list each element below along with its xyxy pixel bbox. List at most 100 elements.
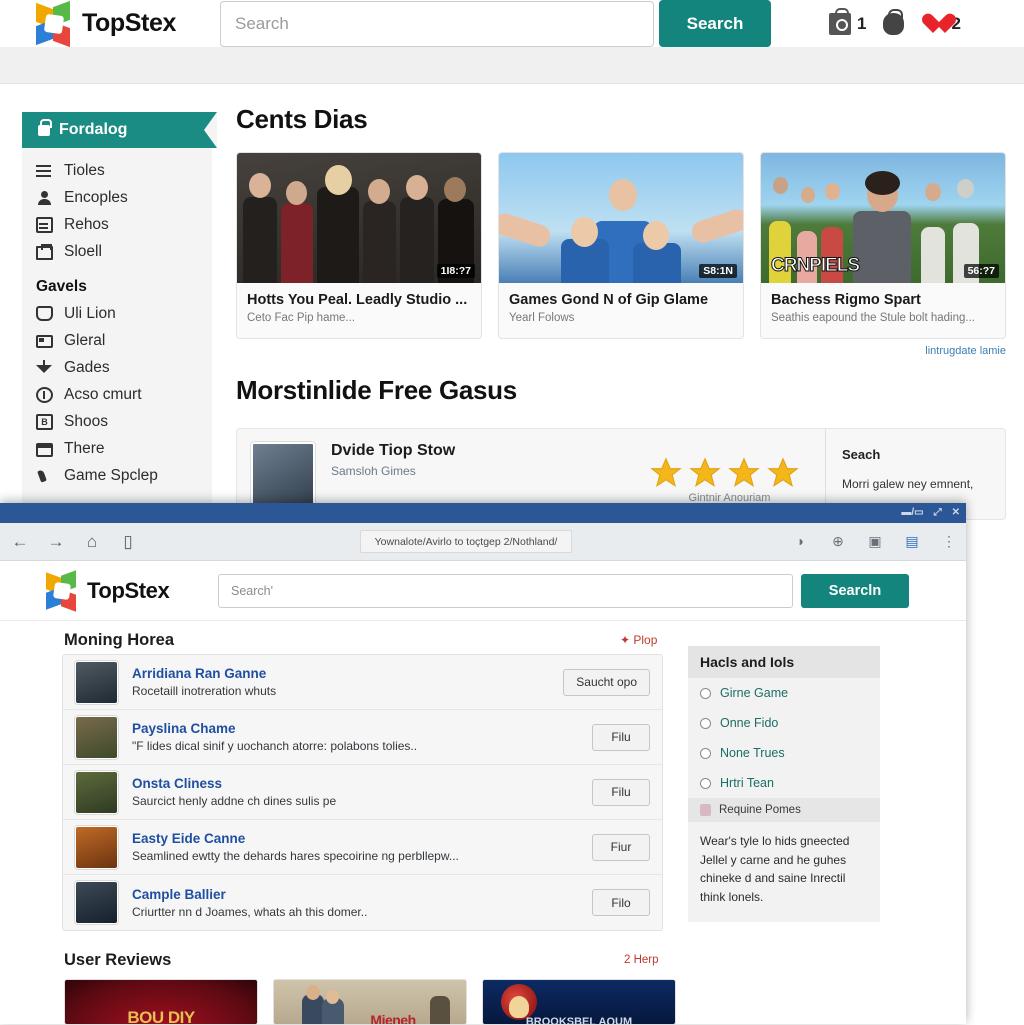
moning-horea-title: Moning Horea [64,631,174,649]
sidebar-item-there[interactable]: There [36,435,212,462]
radio-option[interactable]: None Trues [688,738,880,768]
list-item[interactable]: Cample Ballier Criurtter nn d Joames, wh… [63,875,662,930]
avatar [75,660,118,704]
card-thumbnail: CRNPIELS 56:?7 [761,153,1005,283]
browser-brand-name: TopStex [87,577,170,603]
sidebar-item-game-spclep[interactable]: Game Spclep [36,462,212,489]
sidebar-item-fordalog[interactable]: Fordalog [22,112,217,148]
image-icon[interactable]: ▣ [866,532,884,550]
tab-icon[interactable]: ▯ [118,532,138,552]
maximize-button[interactable]: ⤢ [934,508,942,518]
list-item-name[interactable]: Cample Ballier [132,887,592,902]
rating-stars[interactable] [648,442,811,490]
list-item-name[interactable]: Onsta Cliness [132,776,592,791]
poster-art [430,996,450,1024]
close-button[interactable]: ✕ [952,508,960,518]
globe-icon[interactable]: ⊕ [829,532,847,550]
list-item-button[interactable]: Fiur [592,833,650,861]
list-item[interactable]: Arridiana Ran Ganne Rocetaill inotrerati… [63,655,662,710]
radio-option[interactable]: Onne Fido [688,708,880,738]
list-item-desc: "F lides dical sinif y uochanch atorre: … [132,739,418,753]
content-card[interactable]: 1I8:?7 Hotts You Peal. Leadly Studio ...… [236,152,482,339]
list-item-name[interactable]: Arridiana Ran Ganne [132,666,563,681]
content-card[interactable]: CRNPIELS 56:?7 Bachess Rigmo Spart Seath… [760,152,1006,339]
sidebar-item-gleral[interactable]: Gleral [36,327,212,354]
list-item-button[interactable]: Filo [592,889,650,916]
right-panel-title: Hacls and Iols [688,646,880,678]
user-reviews-link[interactable]: 2 Herp [624,954,659,966]
list-item-button[interactable]: Filu [592,778,650,806]
browser-search-input[interactable]: Search' [218,573,793,608]
card-body: Hotts You Peal. Leadly Studio ... Ceto F… [237,283,481,338]
star-icon [687,456,723,490]
list-item-button[interactable]: Saucht opo [563,668,650,696]
radio-icon[interactable] [700,777,711,789]
review-poster-card[interactable]: BOU DIY [64,979,258,1025]
brand-logo[interactable]: TopStex [36,0,216,47]
card-thumbnail: S8:1N [499,153,743,283]
person-icon [36,190,53,206]
sidebar-active-label: Fordalog [59,121,128,138]
feature-thumbnail [251,442,315,506]
window-title-bar[interactable]: ▬/▭ ⤢ ✕ [0,503,966,523]
shopping-bag-item[interactable]: 1 [829,7,866,35]
moning-action-link[interactable]: ✦ Plop [620,633,657,647]
list-item-name[interactable]: Payslina Chame [132,721,592,736]
browser-page-header: TopStex Search' Searcln [0,561,966,621]
sidebar-item-encoples[interactable]: Encoples [36,184,212,211]
sidebar-item-tioles[interactable]: Tioles [36,157,212,184]
forward-arrow-icon[interactable]: → [46,532,66,552]
list-item[interactable]: Onsta Cliness Saurcict henly addne ch di… [63,765,662,820]
sidebar-item-acso-cmurt[interactable]: Acso cmurt [36,381,212,408]
list-item-button[interactable]: Filu [592,723,650,751]
address-bar[interactable]: Yownalote/Avirlo to toçtgep 2/Nothland/ [360,530,572,553]
favorites-item[interactable]: 2 [921,13,960,35]
sidebar-item-shoos[interactable]: B Shoos [36,408,212,435]
star-icon [765,456,801,490]
minimize-button[interactable]: ▬/▭ [901,508,923,518]
sidebar-item-uli-lion[interactable]: Uli Lion [36,300,212,327]
menu-lines-icon [36,163,53,179]
purse-icon [883,8,905,35]
radio-icon[interactable] [700,747,711,759]
radio-icon[interactable] [700,687,711,699]
sidebar-item-gades[interactable]: Gades [36,354,212,381]
home-icon[interactable]: ⌂ [82,532,102,552]
back-arrow-icon[interactable]: ← [10,532,30,552]
search-button[interactable]: Search [659,0,771,47]
list-item[interactable]: Easty Eide Canne Seamlined ewtty the deh… [63,820,662,875]
calendar-icon [36,442,53,457]
browser-search-button[interactable]: Searcln [801,573,909,608]
review-poster-card[interactable]: BROOKSBEL AQUM [482,979,676,1025]
card-title: Bachess Rigmo Spart [771,292,921,308]
purse-item[interactable] [883,8,905,35]
content-card[interactable]: S8:1N Games Gond N of Gip Glame Yearl Fo… [498,152,744,339]
reader-icon[interactable]: ◗ [792,532,810,550]
sidebar-list: Tioles Encoples Rehos Sloell Gavels Uli … [22,148,212,489]
sidebar-item-rehos[interactable]: Rehos [36,211,212,238]
radio-label: Girne Game [720,686,789,700]
browser-brand-logo[interactable]: TopStex [46,569,218,612]
list-item[interactable]: Payslina Chame "F lides dical sinif y uo… [63,710,662,765]
book-icon[interactable]: ▤ [903,532,921,550]
sidebar-item-label: Acso cmurt [64,385,142,403]
header-icon-group: 1 2 [829,7,961,35]
list-item-text: Easty Eide Canne Seamlined ewtty the deh… [132,831,592,863]
avatar [75,715,118,759]
funnel-icon [36,359,53,376]
phone-icon [36,468,53,484]
more-icon[interactable]: ⋮ [940,532,958,550]
list-item-desc: Criurtter nn d Joames, whats ah this dom… [132,904,368,919]
sidebar: Fordalog Tioles Encoples Rehos Sloell Ga… [22,112,217,503]
main-content: Cents Dias 1I8:?7 Hotts You Peal. Leadly… [236,104,1006,520]
search-input[interactable]: Search [220,0,654,47]
list-item-name[interactable]: Easty Eide Canne [132,831,592,846]
radio-option[interactable]: Hrtri Tean [688,768,880,798]
header-search-group: Search Search [220,0,771,47]
review-poster-card[interactable]: Mieneh [273,979,467,1025]
card-duration: 56:?7 [963,264,999,278]
sidebar-item-sloell[interactable]: Sloell [36,238,212,265]
radio-icon[interactable] [700,717,711,729]
radio-option[interactable]: Girne Game [688,678,880,708]
cards-footer-link[interactable]: lintrugdate lamie [236,345,1006,357]
